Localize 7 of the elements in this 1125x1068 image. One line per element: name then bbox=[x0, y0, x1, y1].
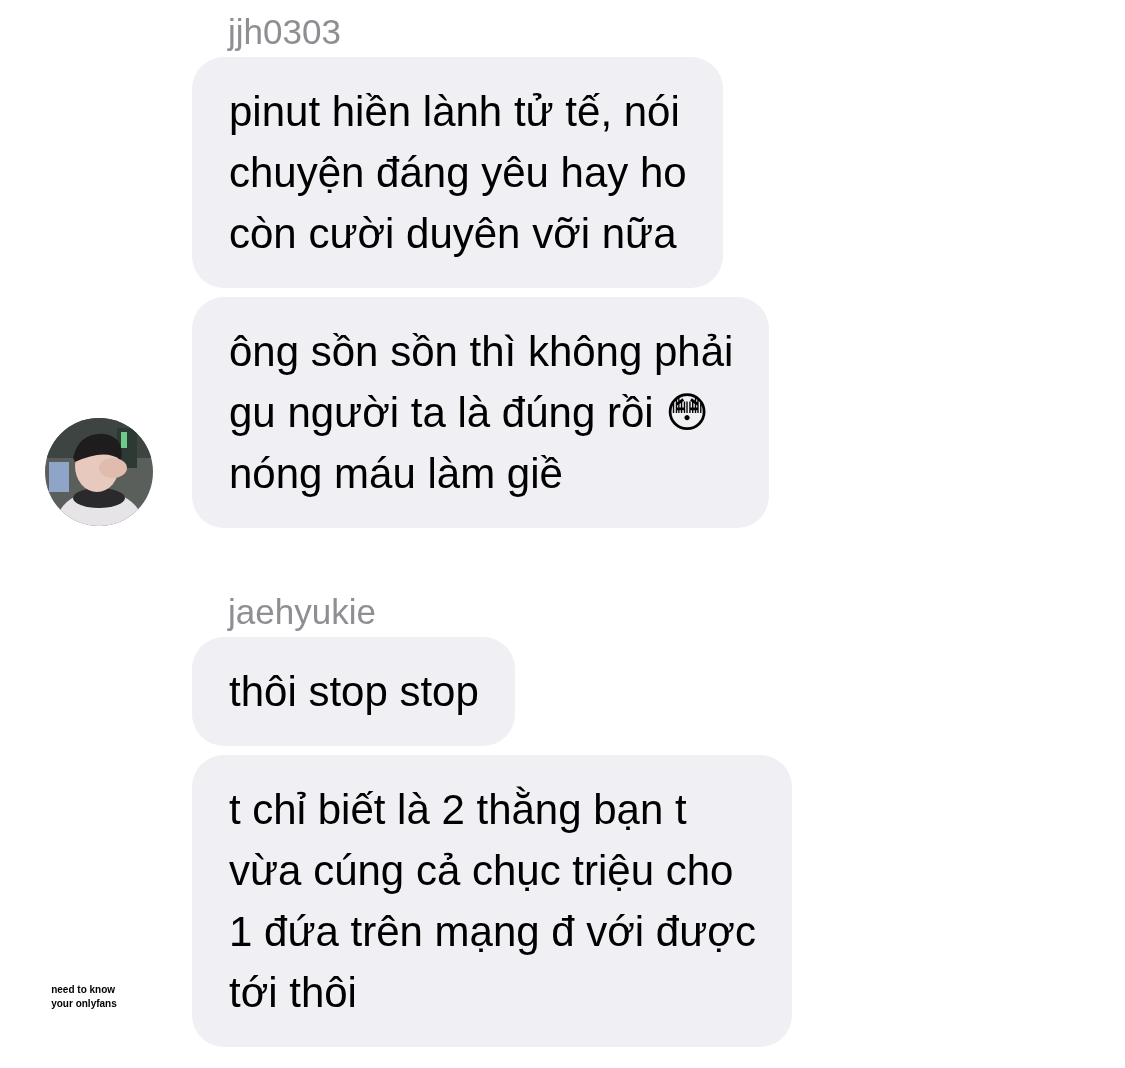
message-bubble: ông sồn sồn thì không phải gu người ta là đúng rồi 😳 nóng máu làm giề bbox=[192, 297, 770, 528]
message-bubble: thôi stop stop bbox=[192, 637, 515, 746]
sender-name: jaehyukie bbox=[228, 592, 376, 631]
message-bubble: pinut hiền lành tử tế, nói chuyện đáng yêu hay ho còn cười duyên vỡi nữa bbox=[192, 57, 723, 288]
sender-name: jjh0303 bbox=[228, 12, 341, 51]
side-caption: need to know your onlyfans bbox=[51, 983, 117, 1011]
message-bubble: t chỉ biết là 2 thằng bạn t vừa cúng cả chục triệu cho 1 đứa trên mạng đ với được tới thôi bbox=[192, 755, 792, 1047]
